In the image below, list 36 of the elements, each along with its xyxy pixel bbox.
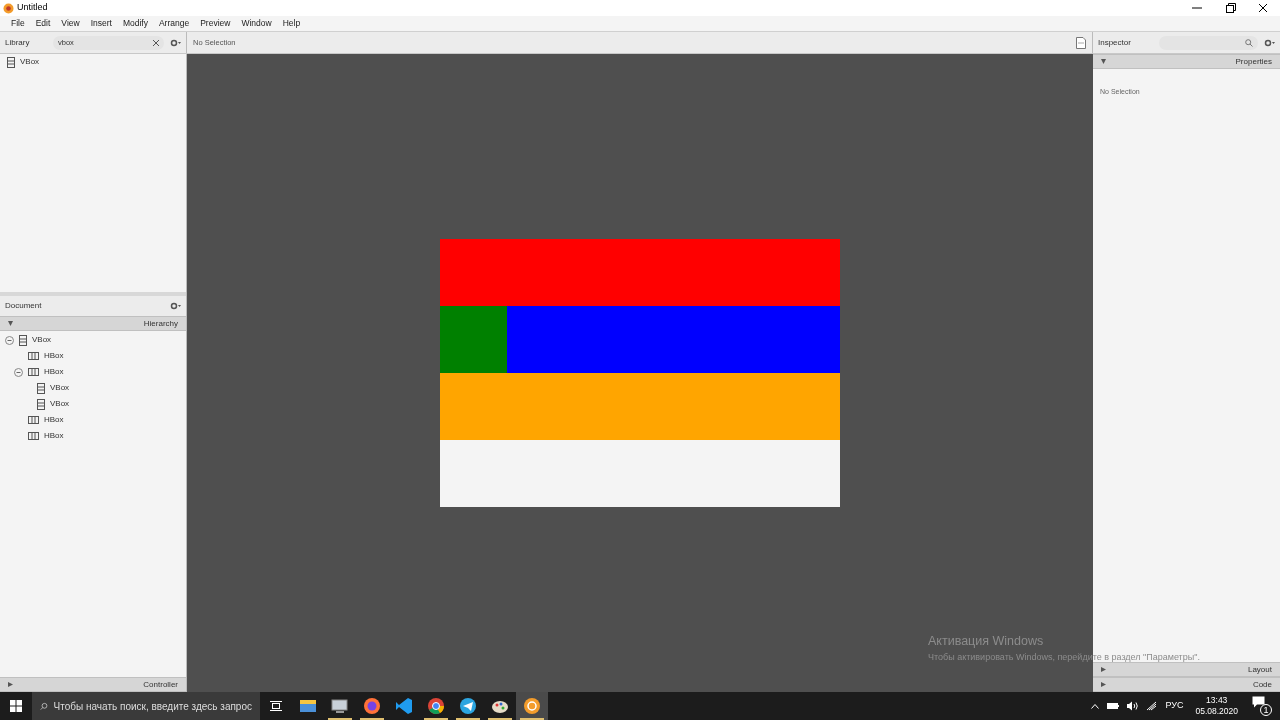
section-title: Properties: [1235, 55, 1272, 68]
library-item[interactable]: VBox: [20, 56, 40, 68]
activation-title: Активация Windows: [928, 633, 1045, 650]
section-bar[interactable]: Hierarchy: [0, 316, 186, 331]
menu-item[interactable]: Help: [282, 17, 301, 30]
panel-title: Inspector: [1098, 36, 1132, 49]
taskbar-search-field[interactable]: Чтобы начать поиск, введите здесь запрос: [32, 692, 260, 720]
section-title: Code: [1252, 678, 1272, 691]
window-title: Untitled: [17, 1, 48, 15]
section-title: Hierarchy: [143, 317, 178, 330]
section-title: Layout: [1247, 663, 1272, 676]
section-title: Controller: [143, 678, 178, 691]
tree-item[interactable]: VBox: [50, 398, 70, 410]
tree-item[interactable]: HBox: [44, 414, 64, 426]
section-bar[interactable]: Code: [1093, 677, 1280, 692]
section-bar[interactable]: Controller: [0, 677, 186, 692]
menu-item[interactable]: Edit: [35, 17, 51, 30]
menu-item[interactable]: Arrange: [158, 17, 190, 30]
menu-item[interactable]: Window: [241, 17, 272, 30]
language-indicator[interactable]: РУС: [1165, 699, 1184, 713]
tree-item[interactable]: VBox: [50, 382, 70, 394]
notifications-button[interactable]: 1: [1252, 696, 1272, 716]
panel-title: Document: [5, 300, 42, 312]
menu-item[interactable]: Insert: [90, 17, 112, 30]
menu-item[interactable]: Modify: [122, 17, 148, 30]
tree-item[interactable]: HBox: [44, 366, 64, 378]
panel-title: Library: [5, 36, 31, 49]
clock[interactable]: 13:43 05.08.2020: [1191, 695, 1242, 717]
menu-item[interactable]: View: [61, 17, 80, 30]
tree-item[interactable]: VBox: [32, 334, 52, 346]
section-bar[interactable]: Properties: [1093, 54, 1280, 69]
section-bar[interactable]: Layout: [1093, 662, 1280, 677]
tree-item[interactable]: HBox: [44, 350, 64, 362]
menu-item[interactable]: Preview: [200, 17, 231, 30]
tree-item[interactable]: HBox: [44, 430, 64, 442]
menu-item[interactable]: File: [11, 17, 25, 30]
